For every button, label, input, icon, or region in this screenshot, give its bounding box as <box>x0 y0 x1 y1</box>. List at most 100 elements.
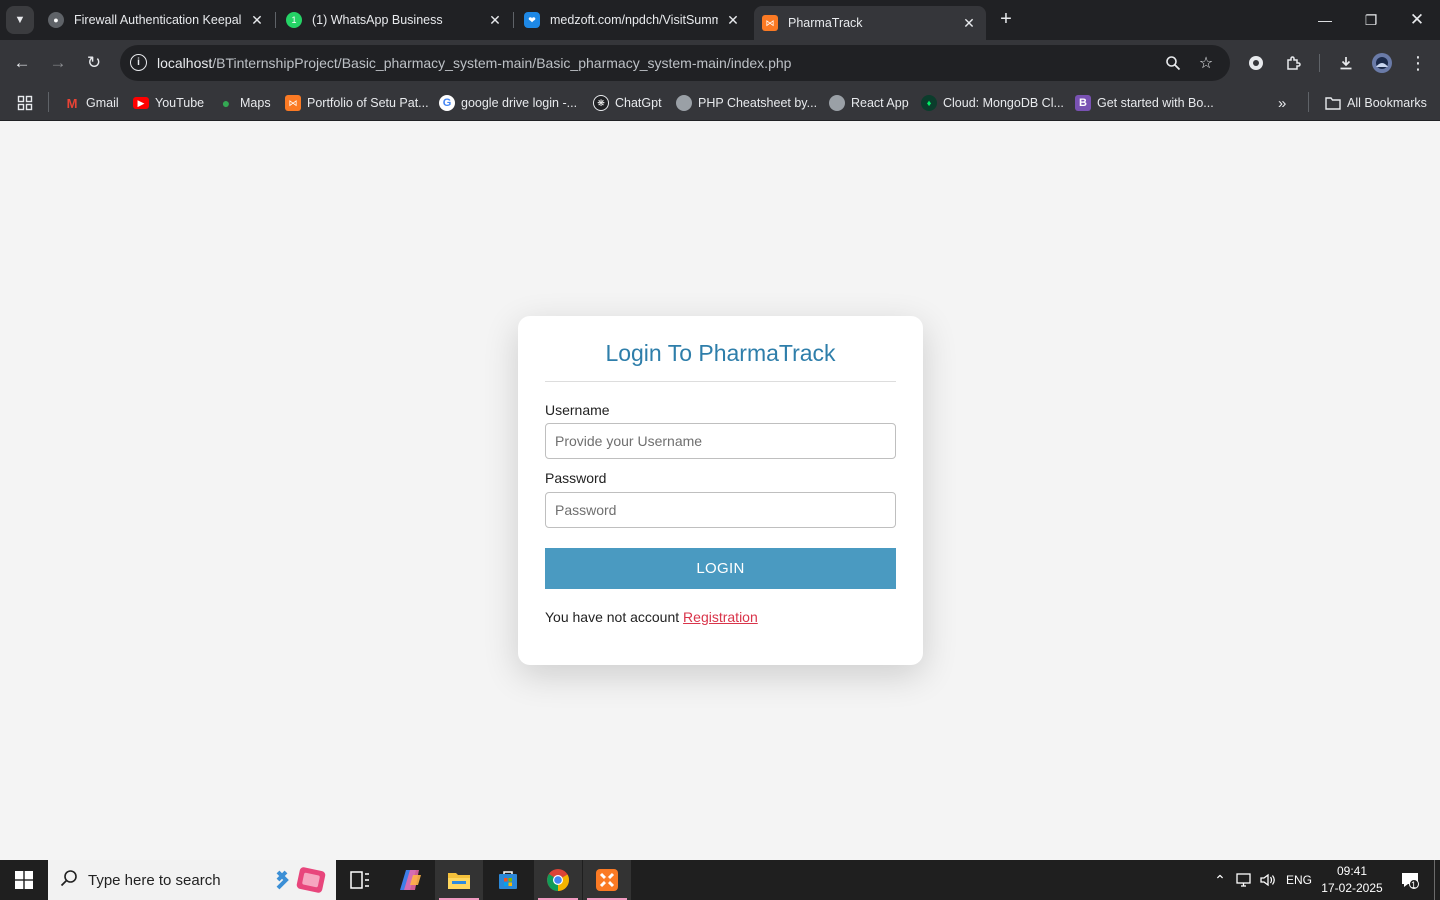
tab-title: (1) WhatsApp Business <box>312 13 443 27</box>
address-url[interactable]: localhost/BTinternshipProject/Basic_phar… <box>157 55 791 71</box>
language-indicator[interactable]: ENG <box>1282 860 1316 900</box>
clock-time: 09:41 <box>1336 864 1368 878</box>
bookmarks-bar: M Gmail ▶ YouTube ● Maps ⋈ Portfolio of … <box>0 86 1440 121</box>
restore-icon[interactable]: ❐ <box>1348 0 1394 40</box>
registration-text: You have not account <box>545 609 680 625</box>
close-tab-icon[interactable]: ✕ <box>486 12 504 29</box>
profile-avatar[interactable] <box>1369 50 1395 76</box>
xampp-icon: ⋈ <box>285 95 301 111</box>
tab-firewall[interactable]: ● Firewall Authentication Keepalive ✕ <box>40 0 274 40</box>
tray-overflow-chevron-icon[interactable]: ⌃ <box>1208 860 1232 900</box>
url-host: localhost <box>157 55 213 71</box>
clock-date: 17-02-2025 <box>1321 881 1383 895</box>
apps-grid-icon[interactable] <box>17 93 33 113</box>
address-bar[interactable]: i localhost/BTinternshipProject/Basic_ph… <box>120 45 1230 81</box>
close-tab-icon[interactable]: ✕ <box>248 12 266 29</box>
bookmark-divider <box>1308 92 1309 112</box>
bookmark-chatgpt[interactable]: ❋ ChatGpt <box>593 93 662 113</box>
bookmark-label: Gmail <box>86 96 119 110</box>
chatgpt-icon: ❋ <box>593 95 609 111</box>
all-bookmarks-label: All Bookmarks <box>1347 96 1427 110</box>
close-window-icon[interactable]: ✕ <box>1394 0 1440 40</box>
bookmark-react-app[interactable]: React App <box>829 93 909 113</box>
close-tab-icon[interactable]: ✕ <box>724 12 742 29</box>
registration-link[interactable]: Registration <box>683 609 758 625</box>
tab-medzoft[interactable]: ❤ medzoft.com/npdch/VisitSummary ✕ <box>516 0 750 40</box>
taskbar-clock[interactable]: 09:41 17-02-2025 <box>1316 863 1388 897</box>
password-input[interactable] <box>545 492 896 528</box>
bookmark-gmail[interactable]: M Gmail <box>64 93 119 113</box>
bookmark-google-drive[interactable]: G google drive login -... <box>439 93 577 113</box>
mongodb-icon: ♦ <box>921 95 937 111</box>
globe-icon <box>676 95 692 111</box>
page-viewport: Login To PharmaTrack Username Password L… <box>0 121 1440 860</box>
download-icon[interactable] <box>1333 50 1359 76</box>
folder-icon <box>1325 95 1341 111</box>
bookmark-bootstrap[interactable]: B Get started with Bo... <box>1075 93 1214 113</box>
xampp-icon[interactable] <box>583 860 631 900</box>
bookmark-label: Portfolio of Setu Pat... <box>307 96 429 110</box>
close-tab-icon[interactable]: ✕ <box>960 15 978 32</box>
password-label: Password <box>545 470 607 486</box>
login-title: Login To PharmaTrack <box>605 340 836 366</box>
more-bookmarks-chevron-icon[interactable]: » <box>1278 93 1286 113</box>
xampp-icon: ⋈ <box>762 15 778 31</box>
globe-icon <box>829 95 845 111</box>
bookmark-portfolio[interactable]: ⋈ Portfolio of Setu Pat... <box>285 93 429 113</box>
username-label: Username <box>545 402 610 418</box>
notification-center-icon[interactable]: 1 <box>1394 860 1426 900</box>
google-icon: G <box>439 95 455 111</box>
all-bookmarks-button[interactable]: All Bookmarks <box>1325 93 1427 113</box>
bookmark-label: ChatGpt <box>615 96 662 110</box>
menu-kebab-icon[interactable]: ⋮ <box>1405 50 1431 76</box>
bookmark-divider <box>48 92 49 112</box>
windows-taskbar: Type here to search ⌃ ENG 09:41 17-02-20… <box>0 860 1440 900</box>
bookmark-label: Cloud: MongoDB Cl... <box>943 96 1064 110</box>
url-path: /BTinternshipProject/Basic_pharmacy_syst… <box>212 55 792 71</box>
minimize-icon[interactable]: — <box>1302 0 1348 40</box>
tab-pharmatrack[interactable]: ⋈ PharmaTrack ✕ <box>754 6 986 40</box>
new-tab-button[interactable]: + <box>994 8 1018 32</box>
microsoft-store-icon[interactable] <box>484 860 532 900</box>
task-view-icon[interactable] <box>336 860 384 900</box>
username-input[interactable] <box>545 423 896 459</box>
tab-divider <box>513 12 514 28</box>
tab-whatsapp[interactable]: 1 (1) WhatsApp Business ✕ <box>278 0 512 40</box>
forward-arrow-icon[interactable]: → <box>45 50 71 76</box>
bookmark-label: Get started with Bo... <box>1097 96 1214 110</box>
reload-icon[interactable]: ↻ <box>81 50 107 76</box>
login-button[interactable]: LOGIN <box>545 548 896 589</box>
copilot-icon[interactable] <box>386 860 434 900</box>
bootstrap-icon: B <box>1075 95 1091 111</box>
site-info-icon[interactable]: i <box>130 54 147 71</box>
gmail-icon: M <box>66 95 78 111</box>
extensions-puzzle-icon[interactable] <box>1280 50 1306 76</box>
tab-divider <box>275 12 276 28</box>
browser-tab-strip: ▼ ● Firewall Authentication Keepalive ✕ … <box>0 0 1440 40</box>
toolbar-divider <box>1319 54 1320 72</box>
windows-start-icon[interactable] <box>0 860 48 900</box>
zoom-icon[interactable] <box>1163 53 1183 73</box>
bookmark-label: PHP Cheatsheet by... <box>698 96 818 110</box>
globe-icon: ● <box>48 12 64 28</box>
bookmark-youtube[interactable]: ▶ YouTube <box>133 93 204 113</box>
browser-toolbar: ← → ↻ i localhost/BTinternshipProject/Ba… <box>0 40 1440 86</box>
tab-search-chevron-icon[interactable]: ▼ <box>6 6 34 34</box>
bookmark-php-cheatsheet[interactable]: PHP Cheatsheet by... <box>676 93 817 113</box>
bookmark-label: React App <box>851 96 909 110</box>
whatsapp-icon: 1 <box>286 12 302 28</box>
extension-circle-icon[interactable] <box>1243 50 1269 76</box>
medzoft-icon: ❤ <box>524 12 540 28</box>
bookmark-mongodb[interactable]: ♦ Cloud: MongoDB Cl... <box>921 93 1064 113</box>
network-icon[interactable] <box>1234 860 1256 900</box>
bookmark-label: Maps <box>240 96 271 110</box>
bookmark-maps[interactable]: ● Maps <box>218 93 271 113</box>
file-explorer-icon[interactable] <box>435 860 483 900</box>
show-desktop-button[interactable] <box>1434 860 1440 900</box>
chrome-icon[interactable] <box>534 860 582 900</box>
bookmark-label: YouTube <box>155 96 205 110</box>
taskbar-search-box[interactable]: Type here to search <box>48 860 336 900</box>
back-arrow-icon[interactable]: ← <box>9 50 35 76</box>
bookmark-star-icon[interactable]: ☆ <box>1196 53 1216 73</box>
volume-icon[interactable] <box>1257 860 1279 900</box>
